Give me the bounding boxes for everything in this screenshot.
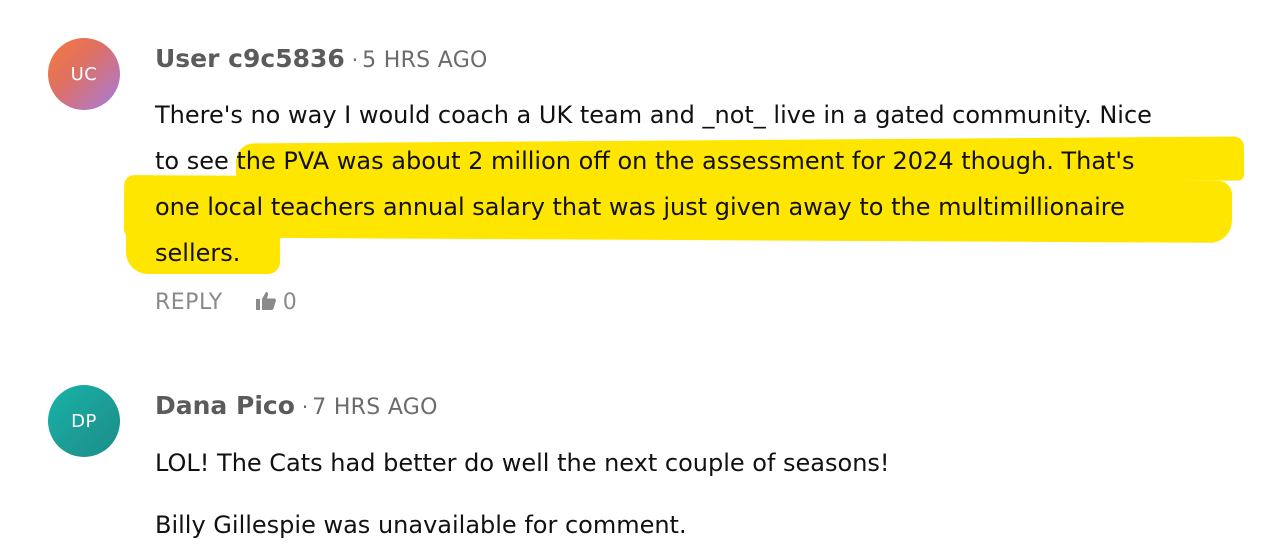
comment-line: sellers.: [155, 239, 241, 267]
meta-separator: ·: [351, 48, 359, 72]
like-button[interactable]: 0: [255, 290, 297, 315]
like-count: 0: [282, 290, 297, 315]
comment-item: UC User c9c5836 · 5 HRS AGO There's no w…: [0, 0, 1281, 340]
comment-actions: REPLY 0: [155, 290, 297, 315]
comment-line: There's no way I would coach a UK team a…: [155, 101, 1152, 129]
comment-paragraph: LOL! The Cats had better do well the nex…: [155, 449, 890, 477]
comment-line: one local teachers annual salary that wa…: [155, 193, 1125, 221]
comment-timestamp: 5 HRS AGO: [362, 48, 488, 73]
comment-body: There's no way I would coach a UK team a…: [155, 92, 1265, 276]
thumbs-up-icon: [255, 291, 277, 315]
comment-author[interactable]: Dana Pico: [155, 391, 295, 420]
comment-author[interactable]: User c9c5836: [155, 44, 345, 73]
comment-item: DP Dana Pico · 7 HRS AGO LOL! The Cats h…: [0, 340, 1281, 546]
avatar-initials: UC: [70, 63, 98, 85]
comment-body: LOL! The Cats had better do well the nex…: [155, 440, 1265, 548]
meta-separator: ·: [301, 395, 309, 419]
comment-paragraph: Billy Gillespie was unavailable for comm…: [155, 511, 687, 539]
avatar-initials: DP: [71, 410, 97, 432]
avatar[interactable]: DP: [48, 385, 120, 457]
avatar[interactable]: UC: [48, 38, 120, 110]
comment-timestamp: 7 HRS AGO: [312, 395, 438, 420]
reply-button[interactable]: REPLY: [155, 290, 223, 315]
comment-line: to see the PVA was about 2 million off o…: [155, 147, 1135, 175]
comment-header: Dana Pico · 7 HRS AGO: [155, 391, 438, 420]
comment-header: User c9c5836 · 5 HRS AGO: [155, 44, 488, 73]
